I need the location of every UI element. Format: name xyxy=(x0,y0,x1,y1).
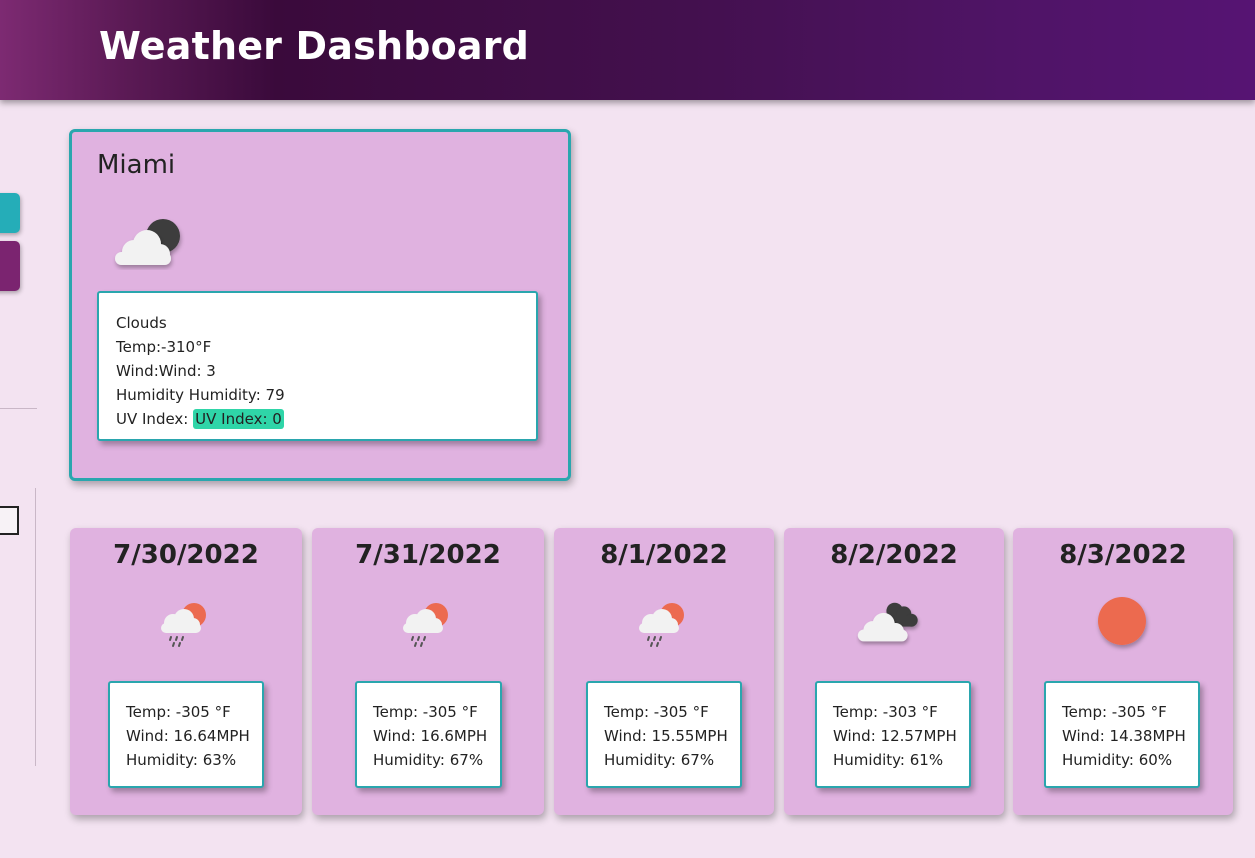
history-city-button[interactable] xyxy=(0,241,20,291)
forecast-temp: Temp: -305 °F xyxy=(373,703,478,721)
uv-badge: UV Index: 0 xyxy=(193,409,284,429)
forecast-temp: Temp: -305 °F xyxy=(126,703,231,721)
forecast-date: 8/2/2022 xyxy=(830,540,958,570)
forecast-card: 7/31/2022 Temp: -305 °F Wind: 16.6MPH Hu… xyxy=(312,528,544,815)
header-bar: Weather Dashboard xyxy=(0,0,1255,100)
search-button[interactable] xyxy=(0,193,20,233)
sun-icon xyxy=(1098,597,1146,645)
forecast-wind: Wind: 16.6MPH xyxy=(373,727,488,745)
humidity-label: Humidity xyxy=(116,386,185,404)
forecast-date: 7/30/2022 xyxy=(113,540,259,570)
forecast-humidity: Humidity: 60% xyxy=(1062,751,1173,769)
forecast-date: 8/3/2022 xyxy=(1059,540,1187,570)
forecast-wind: Wind: 15.55MPH xyxy=(604,727,728,745)
forecast-card: 8/1/2022 Temp: -305 °F Wind: 15.55MPH Hu… xyxy=(554,528,774,815)
sidebar-input[interactable] xyxy=(0,506,19,535)
current-uv: UV Index: UV Index: 0 xyxy=(116,407,536,431)
humidity-value: Humidity: 79 xyxy=(188,386,285,404)
broken-clouds-icon xyxy=(857,602,918,642)
forecast-temp: Temp: -305 °F xyxy=(1062,703,1167,721)
forecast-details: Temp: -305 °F Wind: 14.38MPH Humidity: 6… xyxy=(1044,681,1200,788)
clouds-night-icon xyxy=(115,219,180,265)
forecast-temp: Temp: -303 °F xyxy=(833,703,938,721)
forecast-card: 7/30/2022 Temp: -305 °F Wind: 16.64MPH H… xyxy=(70,528,302,815)
uv-label: UV Index: xyxy=(116,410,189,428)
forecast-date: 7/31/2022 xyxy=(355,540,501,570)
forecast-details: Temp: -305 °F Wind: 16.64MPH Humidity: 6… xyxy=(108,681,264,788)
current-wind: Wind:Wind: 3 xyxy=(116,359,536,383)
city-name: Miami xyxy=(97,150,176,180)
forecast-humidity: Humidity: 67% xyxy=(604,751,715,769)
forecast-details: Temp: -303 °F Wind: 12.57MPH Humidity: 6… xyxy=(815,681,971,788)
rain-sun-icon xyxy=(639,603,684,647)
forecast-card: 8/2/2022 Temp: -303 °F Wind: 12.57MPH Hu… xyxy=(784,528,1004,815)
forecast-wind: Wind: 16.64MPH xyxy=(126,727,250,745)
sidebar-divider xyxy=(0,408,37,409)
forecast-temp: Temp: -305 °F xyxy=(604,703,709,721)
wind-label: Wind: xyxy=(116,362,159,380)
temp-value: -310°F xyxy=(161,338,212,356)
temp-label: Temp: xyxy=(116,338,162,356)
sidebar-border xyxy=(35,488,36,766)
weather-description: Clouds xyxy=(116,314,167,332)
forecast-details: Temp: -305 °F Wind: 15.55MPH Humidity: 6… xyxy=(586,681,742,788)
rain-sun-icon xyxy=(161,603,206,647)
forecast-humidity: Humidity: 61% xyxy=(833,751,944,769)
forecast-card: 8/3/2022 Temp: -305 °F Wind: 14.38MPH Hu… xyxy=(1013,528,1233,815)
current-details-box: Clouds Temp:-310°F Wind:Wind: 3 Humidity… xyxy=(97,291,538,441)
forecast-wind: Wind: 14.38MPH xyxy=(1062,727,1186,745)
forecast-date: 8/1/2022 xyxy=(600,540,728,570)
current-humidity: Humidity Humidity: 79 xyxy=(116,383,536,407)
page-title: Weather Dashboard xyxy=(99,24,530,68)
forecast-humidity: Humidity: 63% xyxy=(126,751,237,769)
rain-sun-icon xyxy=(403,603,448,647)
current-weather-card: Miami Clouds Temp:-310°F Wind:Wind: 3 Hu… xyxy=(69,129,571,481)
current-temp: Temp:-310°F xyxy=(116,335,536,359)
forecast-wind: Wind: 12.57MPH xyxy=(833,727,957,745)
wind-value: Wind: 3 xyxy=(158,362,216,380)
forecast-details: Temp: -305 °F Wind: 16.6MPH Humidity: 67… xyxy=(355,681,502,788)
forecast-humidity: Humidity: 67% xyxy=(373,751,484,769)
